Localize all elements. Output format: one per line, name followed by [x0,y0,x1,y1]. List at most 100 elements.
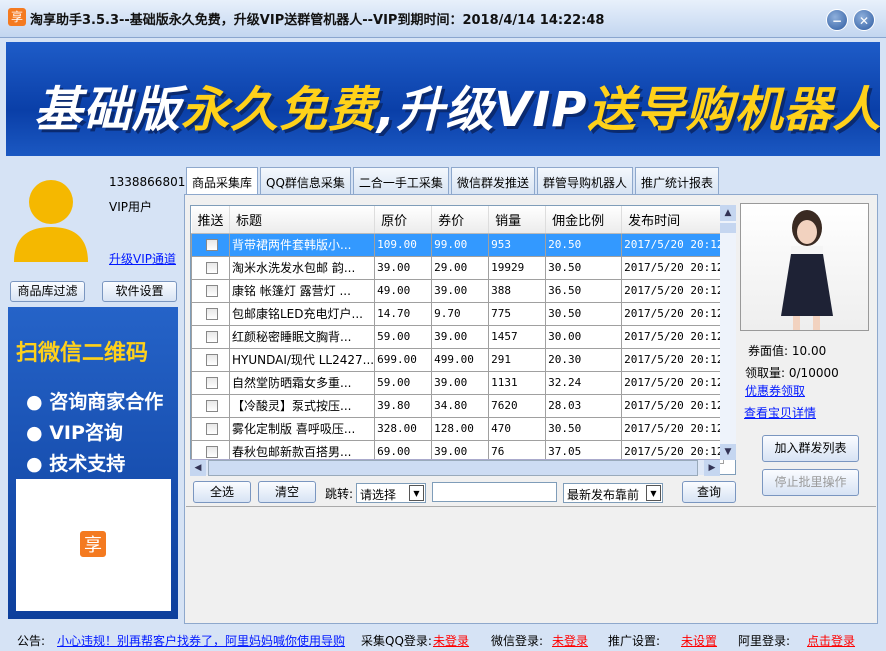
table-cell: 109.00 [374,232,433,257]
table-cell: 39.00 [374,255,433,280]
push-cell [191,278,230,303]
close-button[interactable]: ✕ [853,9,875,31]
window-title: 淘享助手3.5.3--基础版永久免费，升级VIP送群管机器人--VIP到期时间：… [30,13,605,28]
tab-qq-group[interactable]: QQ群信息采集 [260,167,351,194]
qq-login-status[interactable]: 未登录 [433,632,469,649]
push-cell [191,324,230,349]
table-cell: 2017/5/20 20:12 [621,232,725,257]
table-cell: 康铭 帐篷灯 露营灯 ... [228,278,376,303]
table-cell: 470 [488,416,547,441]
app-icon: 享 [8,8,26,26]
column-header[interactable]: 标题 [229,206,376,234]
column-header[interactable]: 券价 [431,206,490,234]
sort-select[interactable]: 最新发布靠前 ▼ [563,483,663,503]
table-cell: 34.80 [431,393,490,418]
tab-stats[interactable]: 推广统计报表 [634,167,719,194]
push-checkbox[interactable] [205,376,218,389]
chevron-down-icon: ▼ [646,485,661,501]
tab-manual-collect[interactable]: 二合一手工采集 [352,167,449,194]
ali-login-label: 阿里登录: [738,634,791,648]
table-row[interactable]: 背带裙两件套韩版小... 109.00 99.00 953 20.50 2017/5/20… [191,232,725,257]
tab-product-library[interactable]: 商品采集库 [186,167,259,195]
push-checkbox[interactable] [205,353,218,366]
column-header[interactable]: 推送 [191,206,230,234]
table-cell: 32.24 [545,370,623,395]
promo-settings-label: 推广设置: [608,634,661,648]
table-cell: HYUNDAI/现代 LL2427... [228,347,376,372]
product-detail-link[interactable]: 查看宝贝详情 [744,404,816,421]
search-input[interactable] [432,482,557,502]
table-cell: 39.80 [374,393,433,418]
table-cell: 30.50 [545,416,623,441]
promo-settings-status[interactable]: 未设置 [681,632,717,649]
table-row[interactable]: HYUNDAI/现代 LL2427... 699.00 499.00 291 20.30… [191,347,725,372]
push-cell [191,393,230,418]
table-row[interactable]: 雾化定制版 喜呼吸压... 328.00 128.00 470 30.50 2017/5/… [191,416,725,441]
table-cell: 2017/5/20 20:12 [621,347,725,372]
scroll-up-icon[interactable]: ▲ [720,205,736,221]
banner: 基础版永久免费,升级VIP送导购机器人 [6,42,880,156]
scroll-thumb[interactable] [208,460,698,476]
table-row[interactable]: 包邮康铭LED充电灯户... 14.70 9.70 775 30.50 2017/5/20… [191,301,725,326]
table-row[interactable]: 自然堂防晒霜女多重... 59.00 39.00 1131 32.24 2017/5/20… [191,370,725,395]
table-cell: 2017/5/20 20:12 [621,278,725,303]
push-checkbox[interactable] [205,445,218,458]
push-checkbox[interactable] [205,330,218,343]
software-settings-button[interactable]: 软件设置 [102,281,177,302]
table-cell: 【冷酸灵】泵式按压... [228,393,376,418]
scroll-right-icon[interactable]: ▶ [704,460,720,476]
push-checkbox[interactable] [205,422,218,435]
table-cell: 59.00 [374,324,433,349]
column-header[interactable]: 发布时间 [621,206,725,234]
push-checkbox[interactable] [205,307,218,320]
scroll-left-icon[interactable]: ◀ [190,460,206,476]
scroll-thumb[interactable] [720,223,736,233]
add-to-broadcast-button[interactable]: 加入群发列表 [762,435,859,462]
jump-label: 跳转: [325,487,354,501]
vertical-scrollbar[interactable]: ▲ ▼ [720,205,736,460]
stop-batch-button[interactable]: 停止批里操作 [762,469,859,496]
table-cell: 包邮康铭LED充电灯户... [228,301,376,326]
status-bar: 公告: 小心违规！别再帮客户找券了，阿里妈妈喊你使用导购 采集QQ登录: 未登录… [0,626,886,651]
wechat-login-status[interactable]: 未登录 [552,632,588,649]
column-header[interactable]: 佣金比例 [545,206,623,234]
table-row[interactable]: 淘米水洗发水包邮 韵... 39.00 29.00 19929 30.50 2017/5/… [191,255,725,280]
upgrade-vip-link[interactable]: 升级VIP通道 [109,250,176,267]
query-button[interactable]: 查询 [682,481,736,503]
tab-robot[interactable]: 群管导购机器人 [536,167,633,194]
product-image [740,203,869,331]
push-cell [191,232,230,257]
push-cell [191,370,230,395]
column-header[interactable]: 原价 [374,206,433,234]
table-row[interactable]: 【冷酸灵】泵式按压... 39.80 34.80 7620 28.03 2017/5/20… [191,393,725,418]
table-cell: 699.00 [374,347,433,372]
table-cell: 388 [488,278,547,303]
push-cell [191,416,230,441]
table-row[interactable]: 红颜秘密睡眠文胸背... 59.00 39.00 1457 30.00 2017/5/20… [191,324,725,349]
user-phone: 13388668018 [109,175,193,189]
notice-link[interactable]: 小心违规！别再帮客户找券了，阿里妈妈喊你使用导购 [57,632,354,649]
scroll-down-icon[interactable]: ▼ [720,444,736,460]
ali-login-link[interactable]: 点击登录 [807,632,855,649]
table-cell: 953 [488,232,547,257]
table-cell: 39.00 [431,278,490,303]
clear-button[interactable]: 清空 [258,481,316,503]
push-checkbox[interactable] [205,261,218,274]
push-checkbox[interactable] [205,284,218,297]
claimed-count: 领取量: 0/10000 [745,366,839,380]
coupon-claim-link[interactable]: 优惠券领取 [745,382,805,399]
table-row[interactable]: 康铭 帐篷灯 露营灯 ... 49.00 39.00 388 36.50 2017/5/2… [191,278,725,303]
push-checkbox[interactable] [205,238,218,251]
push-checkbox[interactable] [205,399,218,412]
table-cell: 39.00 [431,370,490,395]
table-cell: 1131 [488,370,547,395]
column-header[interactable]: 销量 [488,206,547,234]
jump-select[interactable]: 请选择 ▼ [356,483,426,503]
select-all-button[interactable]: 全选 [193,481,251,503]
product-filter-button[interactable]: 商品库过滤 [10,281,85,302]
tab-wechat-push[interactable]: 微信群发推送 [450,167,535,194]
table-cell: 30.50 [545,255,623,280]
table-cell: 红颜秘密睡眠文胸背... [228,324,376,349]
minimize-button[interactable]: − [826,9,848,31]
horizontal-scrollbar[interactable]: ◀ ▶ [190,459,720,476]
